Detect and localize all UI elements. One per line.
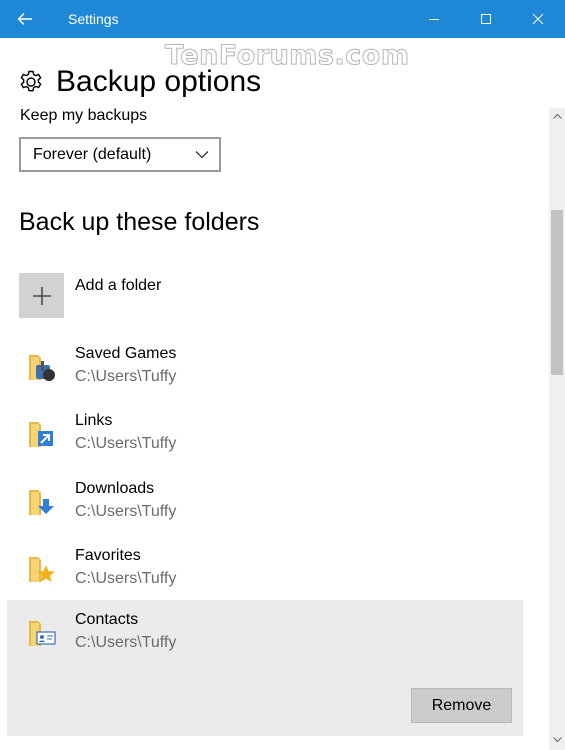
folders-section-title: Back up these folders: [19, 208, 260, 236]
title-bar: Settings: [0, 0, 565, 38]
contacts-folder-icon: [29, 621, 56, 646]
folder-item-contacts[interactable]: Contacts C:\Users\Tuffy: [7, 600, 523, 666]
folder-item-links[interactable]: Links C:\Users\Tuffy: [7, 401, 523, 467]
page-title: Backup options: [56, 65, 262, 98]
folder-path: C:\Users\Tuffy: [75, 368, 177, 385]
folder-path: C:\Users\Tuffy: [75, 570, 177, 587]
folder-path: C:\Users\Tuffy: [75, 435, 177, 452]
scroll-up-button[interactable]: [549, 108, 565, 124]
folder-item-favorites[interactable]: Favorites C:\Users\Tuffy: [7, 536, 523, 602]
folder-name: Links: [75, 412, 113, 429]
chevron-down-icon: [552, 737, 562, 743]
keep-backups-label: Keep my backups: [20, 107, 148, 124]
vertical-scrollbar[interactable]: [549, 108, 565, 750]
folder-item-downloads[interactable]: Downloads C:\Users\Tuffy: [7, 469, 523, 535]
window-title: Settings: [68, 11, 119, 27]
folder-name: Favorites: [75, 547, 141, 564]
saved-games-folder-icon: [29, 355, 55, 381]
back-button[interactable]: [0, 0, 50, 38]
maximize-icon: [481, 14, 491, 24]
maximize-button[interactable]: [460, 0, 512, 38]
favorites-folder-icon: [29, 557, 55, 582]
links-folder-icon: [29, 422, 53, 447]
folder-name: Contacts: [75, 611, 139, 628]
folder-item-saved-games[interactable]: Saved Games C:\Users\Tuffy: [7, 334, 523, 400]
folder-name: Downloads: [75, 480, 155, 497]
back-arrow-icon: [17, 13, 32, 25]
remove-button[interactable]: Remove: [411, 688, 512, 723]
folder-name: Saved Games: [75, 345, 177, 362]
plus-icon: [32, 286, 51, 305]
chevron-up-icon: [552, 113, 562, 119]
folder-path: C:\Users\Tuffy: [75, 503, 177, 520]
close-button[interactable]: [512, 0, 564, 38]
chevron-down-icon: [195, 151, 209, 159]
add-folder-button[interactable]: Add a folder: [19, 273, 499, 321]
add-tile: [19, 273, 64, 318]
minimize-button[interactable]: [408, 0, 460, 38]
folder-path: C:\Users\Tuffy: [75, 634, 177, 651]
page-header: Backup options: [18, 60, 261, 104]
add-folder-label: Add a folder: [75, 277, 162, 294]
close-icon: [532, 13, 544, 25]
minimize-icon: [429, 19, 439, 20]
keep-backups-value: Forever (default): [33, 145, 152, 163]
downloads-folder-icon: [29, 490, 54, 515]
scroll-down-button[interactable]: [549, 732, 565, 748]
scrollbar-thumb[interactable]: [551, 210, 563, 375]
gear-icon: [20, 70, 42, 92]
keep-backups-dropdown[interactable]: Forever (default): [19, 137, 221, 172]
